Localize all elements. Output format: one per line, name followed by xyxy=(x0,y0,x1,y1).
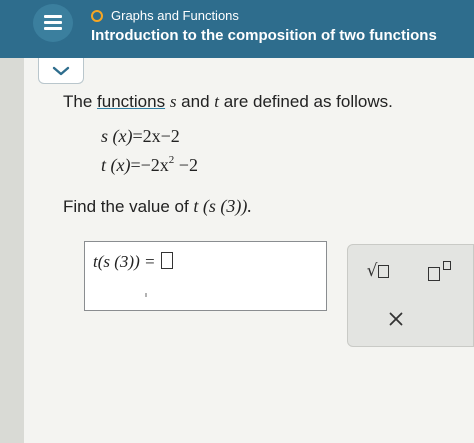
header-bar: Graphs and Functions Introduction to the… xyxy=(0,0,474,58)
chevron-down-icon xyxy=(52,66,70,75)
problem-intro: The functions s and t are defined as fol… xyxy=(63,92,393,112)
equation-s-rhs: =2x−2 xyxy=(132,126,180,146)
equation-s-lhs: s (x) xyxy=(101,126,133,146)
equation-s: s (x)=2x−2 xyxy=(101,126,180,147)
close-icon xyxy=(389,312,403,326)
equation-t-rhs-suffix: −2 xyxy=(174,155,198,175)
page-title: Introduction to the composition of two f… xyxy=(91,27,437,44)
functions-link[interactable]: functions xyxy=(97,92,165,111)
intro-suffix: are defined as follows. xyxy=(218,92,393,111)
exponent-button[interactable] xyxy=(424,259,460,283)
square-root-button[interactable]: √ xyxy=(360,259,396,283)
progress-circle-icon xyxy=(91,9,103,22)
text-cursor xyxy=(145,293,147,297)
question-text: Find the value of t (s (3)). xyxy=(63,196,252,217)
hamburger-icon xyxy=(44,15,62,31)
question-expression: t (s (3)). xyxy=(193,196,252,216)
topic-row: Graphs and Functions xyxy=(91,8,239,23)
math-toolbar: √ xyxy=(347,244,474,347)
answer-expression: t(s (3)) = xyxy=(93,252,174,272)
answer-box[interactable]: t(s (3)) = xyxy=(84,241,327,311)
answer-expression-label: t(s (3)) = xyxy=(93,252,156,271)
equation-t-lhs: t (x) xyxy=(101,155,131,175)
intro-prefix: The xyxy=(63,92,98,111)
equation-t-rhs-prefix: =−2x xyxy=(130,155,169,175)
menu-button[interactable] xyxy=(33,4,73,42)
collapse-toggle[interactable] xyxy=(38,58,84,84)
topic-label: Graphs and Functions xyxy=(111,8,239,23)
exponent-base-icon xyxy=(428,267,440,281)
placeholder-box-icon xyxy=(378,264,390,278)
clear-button[interactable] xyxy=(384,307,408,331)
intro-and: and xyxy=(176,92,215,111)
question-prefix: Find the value of xyxy=(63,197,194,216)
equation-t: t (x)=−2x2 −2 xyxy=(101,154,198,176)
answer-input-slot[interactable] xyxy=(161,252,174,269)
exponent-power-icon xyxy=(443,261,451,270)
radical-icon: √ xyxy=(366,261,378,281)
